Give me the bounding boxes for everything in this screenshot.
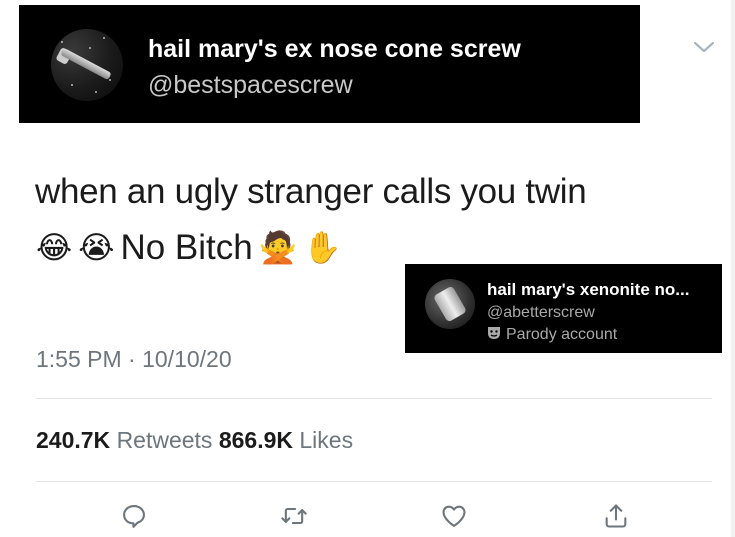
parody-account-text: Parody account bbox=[506, 326, 618, 343]
edge-strip bbox=[731, 0, 735, 537]
divider bbox=[36, 398, 712, 399]
screw-avatar-icon[interactable] bbox=[51, 29, 123, 101]
parody-account-card[interactable]: hail mary's xenonite no... @abetterscrew… bbox=[405, 264, 722, 353]
retweet-count[interactable]: 240.7K bbox=[36, 427, 110, 453]
parody-label: Parody account bbox=[487, 326, 617, 344]
chevron-down-icon[interactable] bbox=[692, 40, 716, 54]
bolt-avatar-icon[interactable] bbox=[425, 279, 475, 329]
raised-hand-emoji: ✋ bbox=[303, 229, 342, 266]
like-count[interactable]: 866.9K bbox=[219, 427, 293, 453]
tweet-text-line1: when an ugly stranger calls you twin bbox=[35, 172, 587, 211]
retweets-label[interactable]: Retweets bbox=[117, 427, 213, 453]
card-handle[interactable]: @abetterscrew bbox=[487, 304, 595, 322]
share-icon[interactable] bbox=[602, 502, 630, 530]
crying-emoji: 😭 bbox=[78, 229, 115, 266]
divider bbox=[36, 481, 712, 482]
banner-display-name[interactable]: hail mary's ex nose cone screw bbox=[148, 35, 521, 64]
tweet-text-line2: 😂 😭 No Bitch 🙅 ✋ bbox=[36, 228, 342, 268]
masks-icon bbox=[487, 326, 501, 344]
card-display-name[interactable]: hail mary's xenonite no... bbox=[487, 280, 689, 300]
reply-icon[interactable] bbox=[120, 502, 148, 530]
tweet-stats: 240.7K Retweets 866.9K Likes bbox=[36, 427, 353, 454]
retweet-icon[interactable] bbox=[280, 502, 308, 530]
tweet-text-no-bitch: No Bitch bbox=[120, 228, 253, 267]
likes-label[interactable]: Likes bbox=[299, 427, 353, 453]
top-account-banner[interactable]: hail mary's ex nose cone screw @bestspac… bbox=[19, 5, 640, 123]
banner-handle[interactable]: @bestspacescrew bbox=[148, 71, 353, 100]
tweet-timestamp[interactable]: 1:55 PM · 10/10/20 bbox=[36, 346, 232, 373]
tears-of-joy-emoji: 😂 bbox=[36, 229, 73, 266]
gesturing-no-emoji: 🙅 bbox=[258, 229, 298, 266]
like-icon[interactable] bbox=[440, 502, 468, 530]
